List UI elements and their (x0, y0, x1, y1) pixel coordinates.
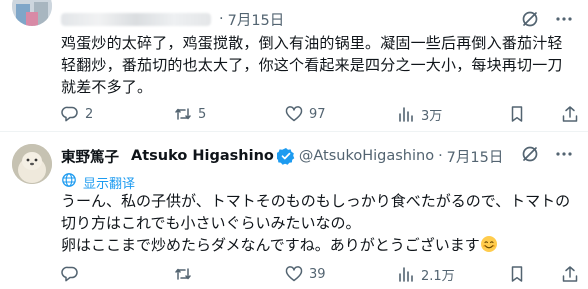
smiling-emoji-icon (480, 235, 498, 253)
tweet-header: · 7月15日 (61, 9, 284, 29)
views-icon (397, 105, 415, 123)
tweet-date[interactable]: 7月15日 (447, 146, 504, 167)
user-handle[interactable]: @AtsukoHigashino (299, 148, 434, 164)
like-count: 97 (309, 106, 326, 122)
reply-icon (61, 105, 79, 123)
like-button[interactable]: 39 (285, 265, 326, 283)
like-icon (285, 265, 303, 283)
views-count: 3万 (421, 108, 443, 124)
tweet-tools (520, 144, 574, 164)
grok-icon[interactable] (520, 9, 540, 29)
display-name-latin[interactable]: Atsuko Higashino (131, 148, 274, 164)
show-translation-link[interactable]: 显示翻译 (61, 172, 135, 192)
avatar[interactable] (12, 144, 52, 184)
tweet-text-line: 卵はここまで炒めたらダメなんですね。ありがとうございます (61, 236, 480, 254)
tweet-actions: 39 2.1万 (61, 264, 581, 284)
views-icon (397, 265, 415, 283)
reply-icon (61, 265, 79, 283)
share-icon (561, 105, 579, 123)
bookmark-icon (508, 265, 526, 283)
retweet-button[interactable]: 5 (174, 105, 206, 123)
reply-button[interactable]: 2 (61, 105, 93, 123)
views-button[interactable]: 3万 (397, 105, 442, 124)
reply-tweet-1[interactable]: · 7月15日 鸡蛋炒的太碎了，鸡蛋搅散，倒入有油的锅里。凝固一些后再倒入番茄汁… (0, 0, 588, 132)
grok-icon[interactable] (520, 144, 540, 164)
views-count: 2.1万 (421, 268, 455, 284)
more-icon[interactable] (554, 9, 574, 29)
like-icon (285, 105, 303, 123)
reply-button[interactable] (61, 265, 85, 283)
retweet-button[interactable] (174, 265, 198, 283)
tweet-tools (520, 9, 574, 29)
reply-count: 2 (85, 106, 94, 122)
share-button[interactable] (561, 265, 579, 283)
separator-dot: · (219, 11, 224, 27)
retweet-icon (174, 265, 192, 283)
globe-icon (61, 172, 77, 192)
tweet-text-line: 切り方はこれでも小さいぐらいみたいなの。 (61, 214, 361, 232)
retweet-icon (174, 105, 192, 123)
display-name[interactable]: 東野篤子 (61, 146, 119, 167)
share-icon (561, 265, 579, 283)
verified-icon (275, 147, 295, 165)
retweet-count: 5 (198, 106, 207, 122)
bookmark-icon (508, 105, 526, 123)
share-button[interactable] (561, 105, 579, 123)
like-count: 39 (309, 266, 326, 282)
avatar[interactable] (12, 0, 52, 26)
views-button[interactable]: 2.1万 (397, 265, 455, 284)
bookmark-button[interactable] (508, 105, 526, 123)
bookmark-button[interactable] (508, 265, 526, 283)
more-icon[interactable] (554, 144, 574, 164)
tweet-text-line: うーん、私の子供が、トマトそのものもしっかり食べたがるので、トマトの (61, 192, 571, 210)
separator-dot: · (438, 148, 443, 164)
tweet-text: 鸡蛋炒的太碎了，鸡蛋搅散，倒入有油的锅里。凝固一些后再倒入番茄汁轻轻翻炒，番茄切… (61, 34, 563, 96)
show-translation-label: 显示翻译 (83, 176, 136, 192)
tweet-header: 東野篤子 Atsuko Higashino @AtsukoHigashino ·… (61, 146, 503, 166)
blurred-user-name[interactable] (61, 12, 211, 26)
tweet-date[interactable]: 7月15日 (228, 9, 285, 30)
tweet-text: うーん、私の子供が、トマトそのものもしっかり食べたがるので、トマトの 切り方はこ… (61, 190, 576, 256)
tweet-text-line-with-emoji: 卵はここまで炒めたらダメなんですね。ありがとうございます (61, 234, 576, 256)
like-button[interactable]: 97 (285, 105, 326, 123)
tweet-actions: 2 5 97 3万 (61, 104, 581, 124)
